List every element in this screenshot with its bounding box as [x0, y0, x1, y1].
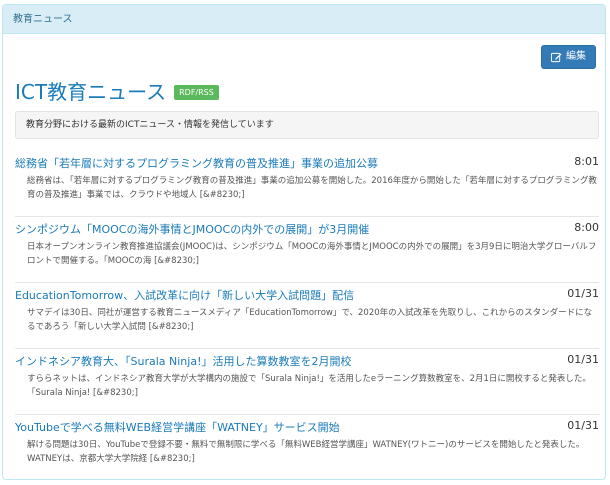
news-item: シンポジウム「MOOCの海外事情とJMOOCの内外での展開」が3月開催 8:00…	[15, 217, 599, 283]
news-item: EducationTomorrow、入試改革に向け「新しい大学入試問題」配信 0…	[15, 283, 599, 349]
news-time: 8:00	[574, 221, 599, 234]
panel-heading: 教育ニュース	[3, 5, 605, 34]
news-list: 総務省「若年層に対するプログラミング教育の普及推進」事業の追加公募 8:01 総…	[15, 151, 599, 479]
edit-icon	[551, 52, 562, 63]
rss-badge[interactable]: RDF/RSS	[174, 84, 219, 100]
edit-button-label: 編集	[566, 51, 586, 62]
news-title-link[interactable]: シンポジウム「MOOCの海外事情とJMOOCの内外での展開」が3月開催	[15, 221, 369, 237]
news-panel: 教育ニュース 編集 ICT教育ニュース RDF/RSS 教育分野における最新のI…	[2, 4, 606, 480]
edit-button[interactable]: 編集	[541, 45, 596, 69]
news-time: 8:01	[574, 155, 599, 168]
news-title-link[interactable]: インドネシア教育大、「Surala Ninja!」活用した算数教室を2月開校	[15, 353, 351, 369]
title-row: ICT教育ニュース RDF/RSS	[15, 79, 219, 105]
news-title-link[interactable]: EducationTomorrow、入試改革に向け「新しい大学入試問題」配信	[15, 287, 354, 303]
news-title-link[interactable]: YouTubeで学べる無料WEB経営学講座「WATNEY」サービス開始	[15, 419, 340, 435]
news-item: 総務省「若年層に対するプログラミング教育の普及推進」事業の追加公募 8:01 総…	[15, 151, 599, 217]
page-description: 教育分野における最新のICTニュース・情報を発信しています	[15, 111, 599, 139]
news-item: YouTubeで学べる無料WEB経営学講座「WATNEY」サービス開始 01/3…	[15, 415, 599, 479]
news-summary: 日本オープンオンライン教育推進協議会(JMOOC)は、シンポジウム「MOOCの海…	[27, 242, 597, 266]
page-title: ICT教育ニュース	[15, 80, 167, 104]
news-time: 01/31	[567, 419, 599, 432]
news-summary: サマデイは30日、同社が運営する教育ニュースメディア「EducationTomo…	[27, 308, 593, 332]
news-time: 01/31	[567, 353, 599, 366]
news-summary: 解ける問題は30日、YouTubeで登録不要・無料で無制限に学べる「無料WEB経…	[27, 440, 585, 464]
news-summary: すららネットは、インドネシア教育大学が大学構内の施設で「Surala Ninja…	[27, 374, 591, 398]
news-time: 01/31	[567, 287, 599, 300]
news-title-link[interactable]: 総務省「若年層に対するプログラミング教育の普及推進」事業の追加公募	[15, 155, 378, 171]
news-item: インドネシア教育大、「Surala Ninja!」活用した算数教室を2月開校 0…	[15, 349, 599, 415]
news-summary: 総務省は、「若年層に対するプログラミング教育の普及推進」事業の追加公募を開始した…	[27, 176, 597, 200]
